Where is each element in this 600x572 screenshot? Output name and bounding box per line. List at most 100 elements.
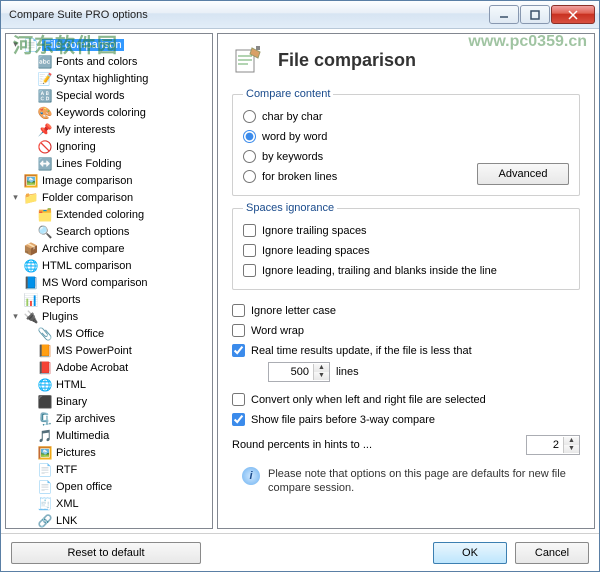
tree-node-icon: 🔌 [23,309,39,325]
tree-item[interactable]: ▸🔗LNK [6,512,212,529]
chk-realtime[interactable] [232,344,245,357]
maximize-button[interactable] [520,5,550,24]
tree-node-icon: 📊 [23,292,39,308]
tree-node-icon: 🔤 [37,54,53,70]
tree-node-label: MS Word comparison [42,277,148,289]
tree-item[interactable]: ▸📊Reports [6,291,212,308]
footer: Reset to default OK Cancel [1,533,599,571]
tree-item[interactable]: ▸📌My interests [6,121,212,138]
chk-convert[interactable] [232,393,245,406]
note-text: Please note that options on this page ar… [268,467,580,496]
tree-item[interactable]: ▸↔️Lines Folding [6,155,212,172]
realtime-lines-input[interactable] [269,363,313,381]
tree-item[interactable]: ▸🌐HTML [6,376,212,393]
tree-item[interactable]: ▸📕Adobe Acrobat [6,359,212,376]
tree-node-icon: 📘 [23,275,39,291]
tree-node-label: Zip archives [56,413,115,425]
options-dialog: 河东软件园 www.pc0359.cn Compare Suite PRO op… [0,0,600,572]
tree-item[interactable]: ▾📄File comparison [6,36,212,53]
tree-item[interactable]: ▸🎵Multimedia [6,427,212,444]
tree-item[interactable]: ▸🎨Keywords coloring [6,104,212,121]
radio-keywords-label: by keywords [262,151,323,163]
tree-node-icon: 🖼️ [37,445,53,461]
round-input[interactable] [527,436,563,454]
tree-node-label: Folder comparison [42,192,133,204]
tree-node-label: File comparison [42,39,124,51]
chk-trailing[interactable] [243,224,256,237]
tree-item[interactable]: ▸🖼️Pictures [6,444,212,461]
minimize-button[interactable] [489,5,519,24]
tree-expander-icon[interactable]: ▾ [10,192,21,203]
tree-item[interactable]: ▸🗜️Zip archives [6,410,212,427]
tree-item[interactable]: ▸📎MS Office [6,325,212,342]
tree-node-icon: ⬛ [37,394,53,410]
tree-item[interactable]: ▸🗂️Extended coloring [6,206,212,223]
tree-item[interactable]: ▸🚫Ignoring [6,138,212,155]
tree-item[interactable]: ▸📙MS PowerPoint [6,342,212,359]
tree-item[interactable]: ▸🖼️Image comparison [6,172,212,189]
spin-up-icon[interactable]: ▲ [564,437,579,445]
radio-broken-label: for broken lines [262,171,337,183]
chk-blanks[interactable] [243,264,256,277]
chk-trailing-label: Ignore trailing spaces [262,225,367,237]
tree-item[interactable]: ▸🔠Special words [6,87,212,104]
tree-node-icon: 📁 [23,190,39,206]
tree-node-label: My interests [56,124,115,136]
radio-keywords[interactable] [243,150,256,163]
tree-node-icon: 🎨 [37,105,53,121]
options-tree[interactable]: ▾📄File comparison▸🔤Fonts and colors▸📝Syn… [5,33,213,529]
round-field[interactable]: ▲▼ [526,435,580,455]
tree-node-icon: 📄 [37,479,53,495]
tree-node-icon: ↔️ [37,156,53,172]
tree-node-label: Keywords coloring [56,107,146,119]
radio-word[interactable] [243,130,256,143]
tree-node-label: Syntax highlighting [56,73,148,85]
tree-expander-icon[interactable]: ▾ [10,39,21,50]
tree-node-label: Ignoring [56,141,96,153]
tree-item[interactable]: ▾🔌Plugins [6,308,212,325]
tree-item[interactable]: ▸📘MS Word comparison [6,274,212,291]
tree-node-label: Special words [56,90,124,102]
reset-button[interactable]: Reset to default [11,542,201,564]
tree-node-icon: 🗂️ [37,207,53,223]
tree-node-label: XML [56,498,79,510]
ok-button[interactable]: OK [433,542,507,564]
tree-item[interactable]: ▸📝Syntax highlighting [6,70,212,87]
radio-char[interactable] [243,110,256,123]
tree-item[interactable]: ▸📦Archive compare [6,240,212,257]
tree-expander-icon[interactable]: ▾ [10,311,21,322]
tree-node-icon: 📎 [37,326,53,342]
tree-item[interactable]: ▸🔍Search options [6,223,212,240]
tree-node-label: Extended coloring [56,209,144,221]
tree-node-icon: 🎵 [37,428,53,444]
spin-up-icon[interactable]: ▲ [314,364,329,372]
tree-node-icon: 📝 [37,71,53,87]
tree-node-label: HTML [56,379,86,391]
spin-down-icon[interactable]: ▼ [564,445,579,453]
tree-item[interactable]: ▾📁Folder comparison [6,189,212,206]
chk-case[interactable] [232,304,245,317]
page-title: File comparison [278,50,416,71]
tree-item[interactable]: ▸⬛Binary [6,393,212,410]
tree-node-icon: 📄 [37,462,53,478]
lines-label: lines [336,366,359,378]
realtime-lines-field[interactable]: ▲▼ [268,362,330,382]
radio-broken[interactable] [243,170,256,183]
tree-node-icon: 📙 [37,343,53,359]
chk-wrap[interactable] [232,324,245,337]
chk-pairs[interactable] [232,413,245,426]
tree-item[interactable]: ▸🧾XML [6,495,212,512]
advanced-button[interactable]: Advanced [477,163,569,185]
titlebar: Compare Suite PRO options [1,1,599,29]
cancel-button[interactable]: Cancel [515,542,589,564]
tree-item[interactable]: ▸🌐HTML comparison [6,257,212,274]
tree-item[interactable]: ▸📄RTF [6,461,212,478]
tree-item[interactable]: ▸🔤Fonts and colors [6,53,212,70]
close-button[interactable] [551,5,595,24]
chk-leading[interactable] [243,244,256,257]
spin-down-icon[interactable]: ▼ [314,372,329,380]
window-title: Compare Suite PRO options [9,9,488,21]
tree-node-label: RTF [56,464,77,476]
chk-pairs-label: Show file pairs before 3-way compare [251,414,435,426]
tree-item[interactable]: ▸📄Open office [6,478,212,495]
